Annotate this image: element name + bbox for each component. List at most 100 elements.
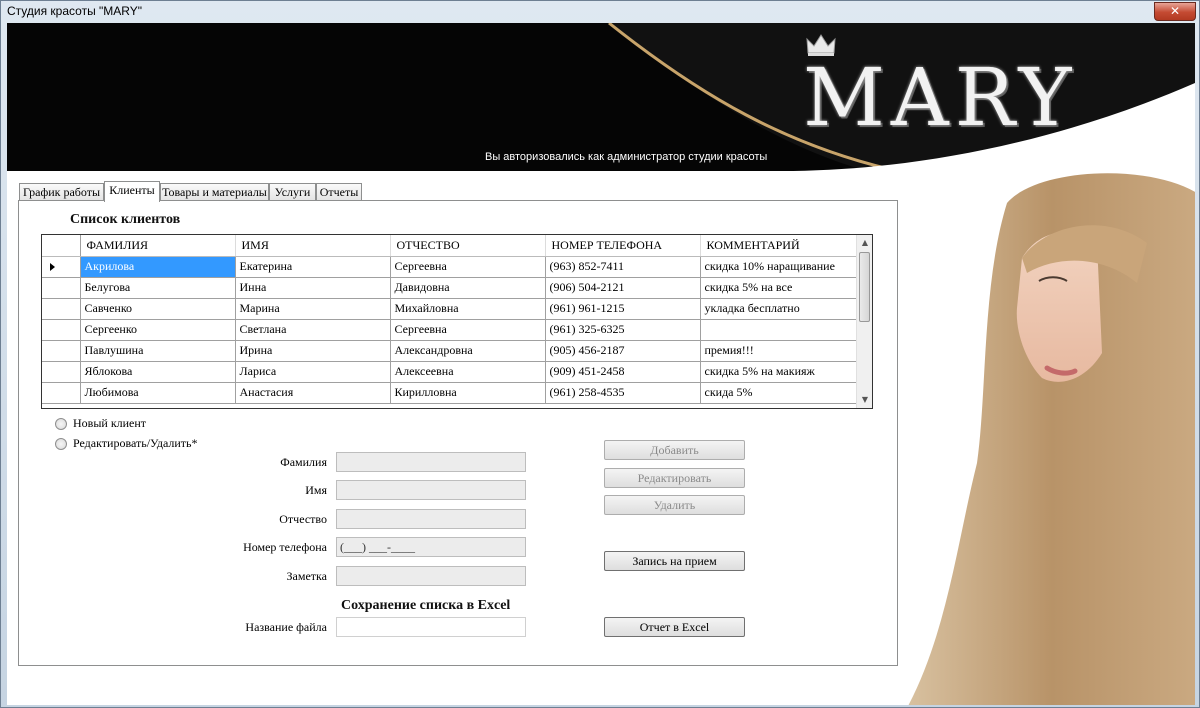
row-header[interactable] (42, 361, 81, 383)
row-header[interactable] (42, 319, 81, 341)
row-header[interactable] (42, 277, 81, 299)
clients-table: ФАМИЛИЯ ИМЯ ОТЧЕСТВО НОМЕР ТЕЛЕФОНА КОММ… (42, 235, 858, 404)
table-cell[interactable]: Екатерина (235, 256, 391, 278)
table-row[interactable]: Любимова Анастасия Кирилловна (961) 258-453… (42, 382, 858, 404)
scroll-down-icon[interactable]: ▼ (857, 392, 872, 408)
column-header-firstname[interactable]: ИМЯ (235, 235, 391, 257)
phone-label: Номер телефона (243, 540, 327, 554)
table-cell[interactable]: Алексеевна (390, 361, 546, 383)
filename-label: Название файла (245, 620, 327, 634)
note-field[interactable] (336, 566, 526, 586)
table-row[interactable]: Сергеенко Светлана Сергеевна (961) 325-6325 (42, 319, 858, 341)
table-row[interactable]: Павлушина Ирина Александровна (905) 456-218… (42, 340, 858, 362)
tab-schedule[interactable]: График работы (19, 183, 104, 201)
table-cell[interactable]: Павлушина (80, 340, 236, 362)
table-cell[interactable]: Инна (235, 277, 391, 299)
clients-grid[interactable]: ФАМИЛИЯ ИМЯ ОТЧЕСТВО НОМЕР ТЕЛЕФОНА КОММ… (41, 234, 873, 409)
table-cell[interactable]: Анастасия (235, 382, 391, 404)
scroll-thumb[interactable] (859, 252, 870, 322)
table-cell[interactable]: (961) 961-1215 (545, 298, 701, 320)
radio-new-client[interactable]: Новый клиент (55, 416, 146, 431)
table-cell[interactable]: (906) 504-2121 (545, 277, 701, 299)
table-cell[interactable]: Давидовна (390, 277, 546, 299)
table-cell[interactable]: Любимова (80, 382, 236, 404)
grid-scrollbar[interactable]: ▲ ▼ (856, 235, 872, 408)
table-cell[interactable]: скидка 10% наращивание (700, 256, 858, 278)
table-cell[interactable]: Лариса (235, 361, 391, 383)
delete-button[interactable]: Удалить (604, 495, 745, 515)
table-cell[interactable]: Сергеевна (390, 256, 546, 278)
table-cell[interactable] (700, 319, 858, 341)
radio-circle[interactable] (55, 437, 67, 450)
tab-services[interactable]: Услуги (269, 183, 316, 201)
radio-new-client-label: Новый клиент (73, 416, 147, 430)
column-header-patronymic[interactable]: ОТЧЕСТВО (390, 235, 546, 257)
table-cell[interactable]: (905) 456-2187 (545, 340, 701, 362)
excel-report-button[interactable]: Отчет в Excel (604, 617, 745, 637)
row-pointer-icon (50, 262, 55, 271)
table-cell[interactable]: Александровна (390, 340, 546, 362)
table-cell[interactable]: Белугова (80, 277, 236, 299)
last-name-field[interactable] (336, 452, 526, 472)
grid-header-row: ФАМИЛИЯ ИМЯ ОТЧЕСТВО НОМЕР ТЕЛЕФОНА КОММ… (42, 235, 858, 257)
note-label: Заметка (286, 569, 327, 583)
row-header[interactable] (42, 256, 81, 278)
row-header[interactable] (42, 382, 81, 404)
table-cell[interactable]: Михайловна (390, 298, 546, 320)
column-header-phone[interactable]: НОМЕР ТЕЛЕФОНА (545, 235, 701, 257)
auth-message: Вы авторизовались как администратор студ… (485, 151, 768, 163)
patronymic-field[interactable] (336, 509, 526, 529)
window-title: Студия красоты "MARY" (7, 4, 143, 18)
last-name-label: Фамилия (280, 455, 327, 469)
add-button[interactable]: Добавить (604, 440, 745, 460)
table-cell[interactable]: Яблокова (80, 361, 236, 383)
radio-edit-delete[interactable]: Редактировать/Удалить* (55, 436, 198, 451)
appointment-button[interactable]: Запись на прием (604, 551, 745, 571)
column-header-comment[interactable]: КОММЕНТАРИЙ (700, 235, 858, 257)
table-cell[interactable]: скида 5% (700, 382, 858, 404)
close-button[interactable]: ✕ (1154, 2, 1196, 21)
table-cell[interactable]: Светлана (235, 319, 391, 341)
table-row[interactable]: Акрилова Екатерина Сергеевна (963) 852-7411… (42, 256, 858, 278)
client-area: MARY Вы авторизовались как администратор… (7, 23, 1195, 705)
row-header[interactable] (42, 340, 81, 362)
tab-products[interactable]: Товары и материалы (160, 183, 269, 201)
scroll-up-icon[interactable]: ▲ (857, 235, 872, 251)
filename-input[interactable] (336, 617, 526, 637)
table-cell[interactable]: укладка бесплатно (700, 298, 858, 320)
first-name-field[interactable] (336, 480, 526, 500)
table-cell[interactable]: Акрилова (80, 256, 236, 278)
table-cell[interactable]: премия!!! (700, 340, 858, 362)
excel-section-title: Сохранение списка в Excel (341, 598, 511, 613)
table-cell[interactable]: Сергеевна (390, 319, 546, 341)
model-photo (908, 173, 1195, 705)
app-window: Студия красоты "MARY" ✕ MARY Вы авторизо… (0, 0, 1200, 708)
table-row[interactable]: Савченко Марина Михайловна (961) 961-1215 ук… (42, 298, 858, 320)
table-cell[interactable]: Ирина (235, 340, 391, 362)
column-header-lastname[interactable]: ФАМИЛИЯ (80, 235, 236, 257)
table-cell[interactable]: Марина (235, 298, 391, 320)
table-cell[interactable]: Кирилловна (390, 382, 546, 404)
table-cell[interactable]: (961) 258-4535 (545, 382, 701, 404)
edit-button[interactable]: Редактировать (604, 468, 745, 488)
table-cell[interactable]: (961) 325-6325 (545, 319, 701, 341)
tab-reports[interactable]: Отчеты (316, 183, 362, 201)
radio-circle[interactable] (55, 417, 67, 430)
row-header[interactable] (42, 298, 81, 320)
table-cell[interactable]: Сергеенко (80, 319, 236, 341)
close-icon: ✕ (1169, 4, 1181, 18)
tab-clients[interactable]: Клиенты (104, 181, 160, 202)
clients-list-title: Список клиентов (70, 212, 181, 227)
first-name-label: Имя (305, 483, 327, 497)
table-cell[interactable]: (909) 451-2458 (545, 361, 701, 383)
table-row[interactable]: Яблокова Лариса Алексеевна (909) 451-2458 ск… (42, 361, 858, 383)
radio-edit-delete-label: Редактировать/Удалить* (73, 436, 198, 450)
table-cell[interactable]: (963) 852-7411 (545, 256, 701, 278)
header-banner: MARY Вы авторизовались как администратор… (7, 23, 1195, 171)
table-cell[interactable]: скидка 5% на макияж (700, 361, 858, 383)
phone-field[interactable]: (___) ___-____ (336, 537, 526, 557)
table-cell[interactable]: Савченко (80, 298, 236, 320)
table-row[interactable]: Белугова Инна Давидовна (906) 504-2121 скидк… (42, 277, 858, 299)
table-cell[interactable]: скидка 5% на все (700, 277, 858, 299)
title-bar[interactable]: Студия красоты "MARY" ✕ (1, 1, 1199, 23)
